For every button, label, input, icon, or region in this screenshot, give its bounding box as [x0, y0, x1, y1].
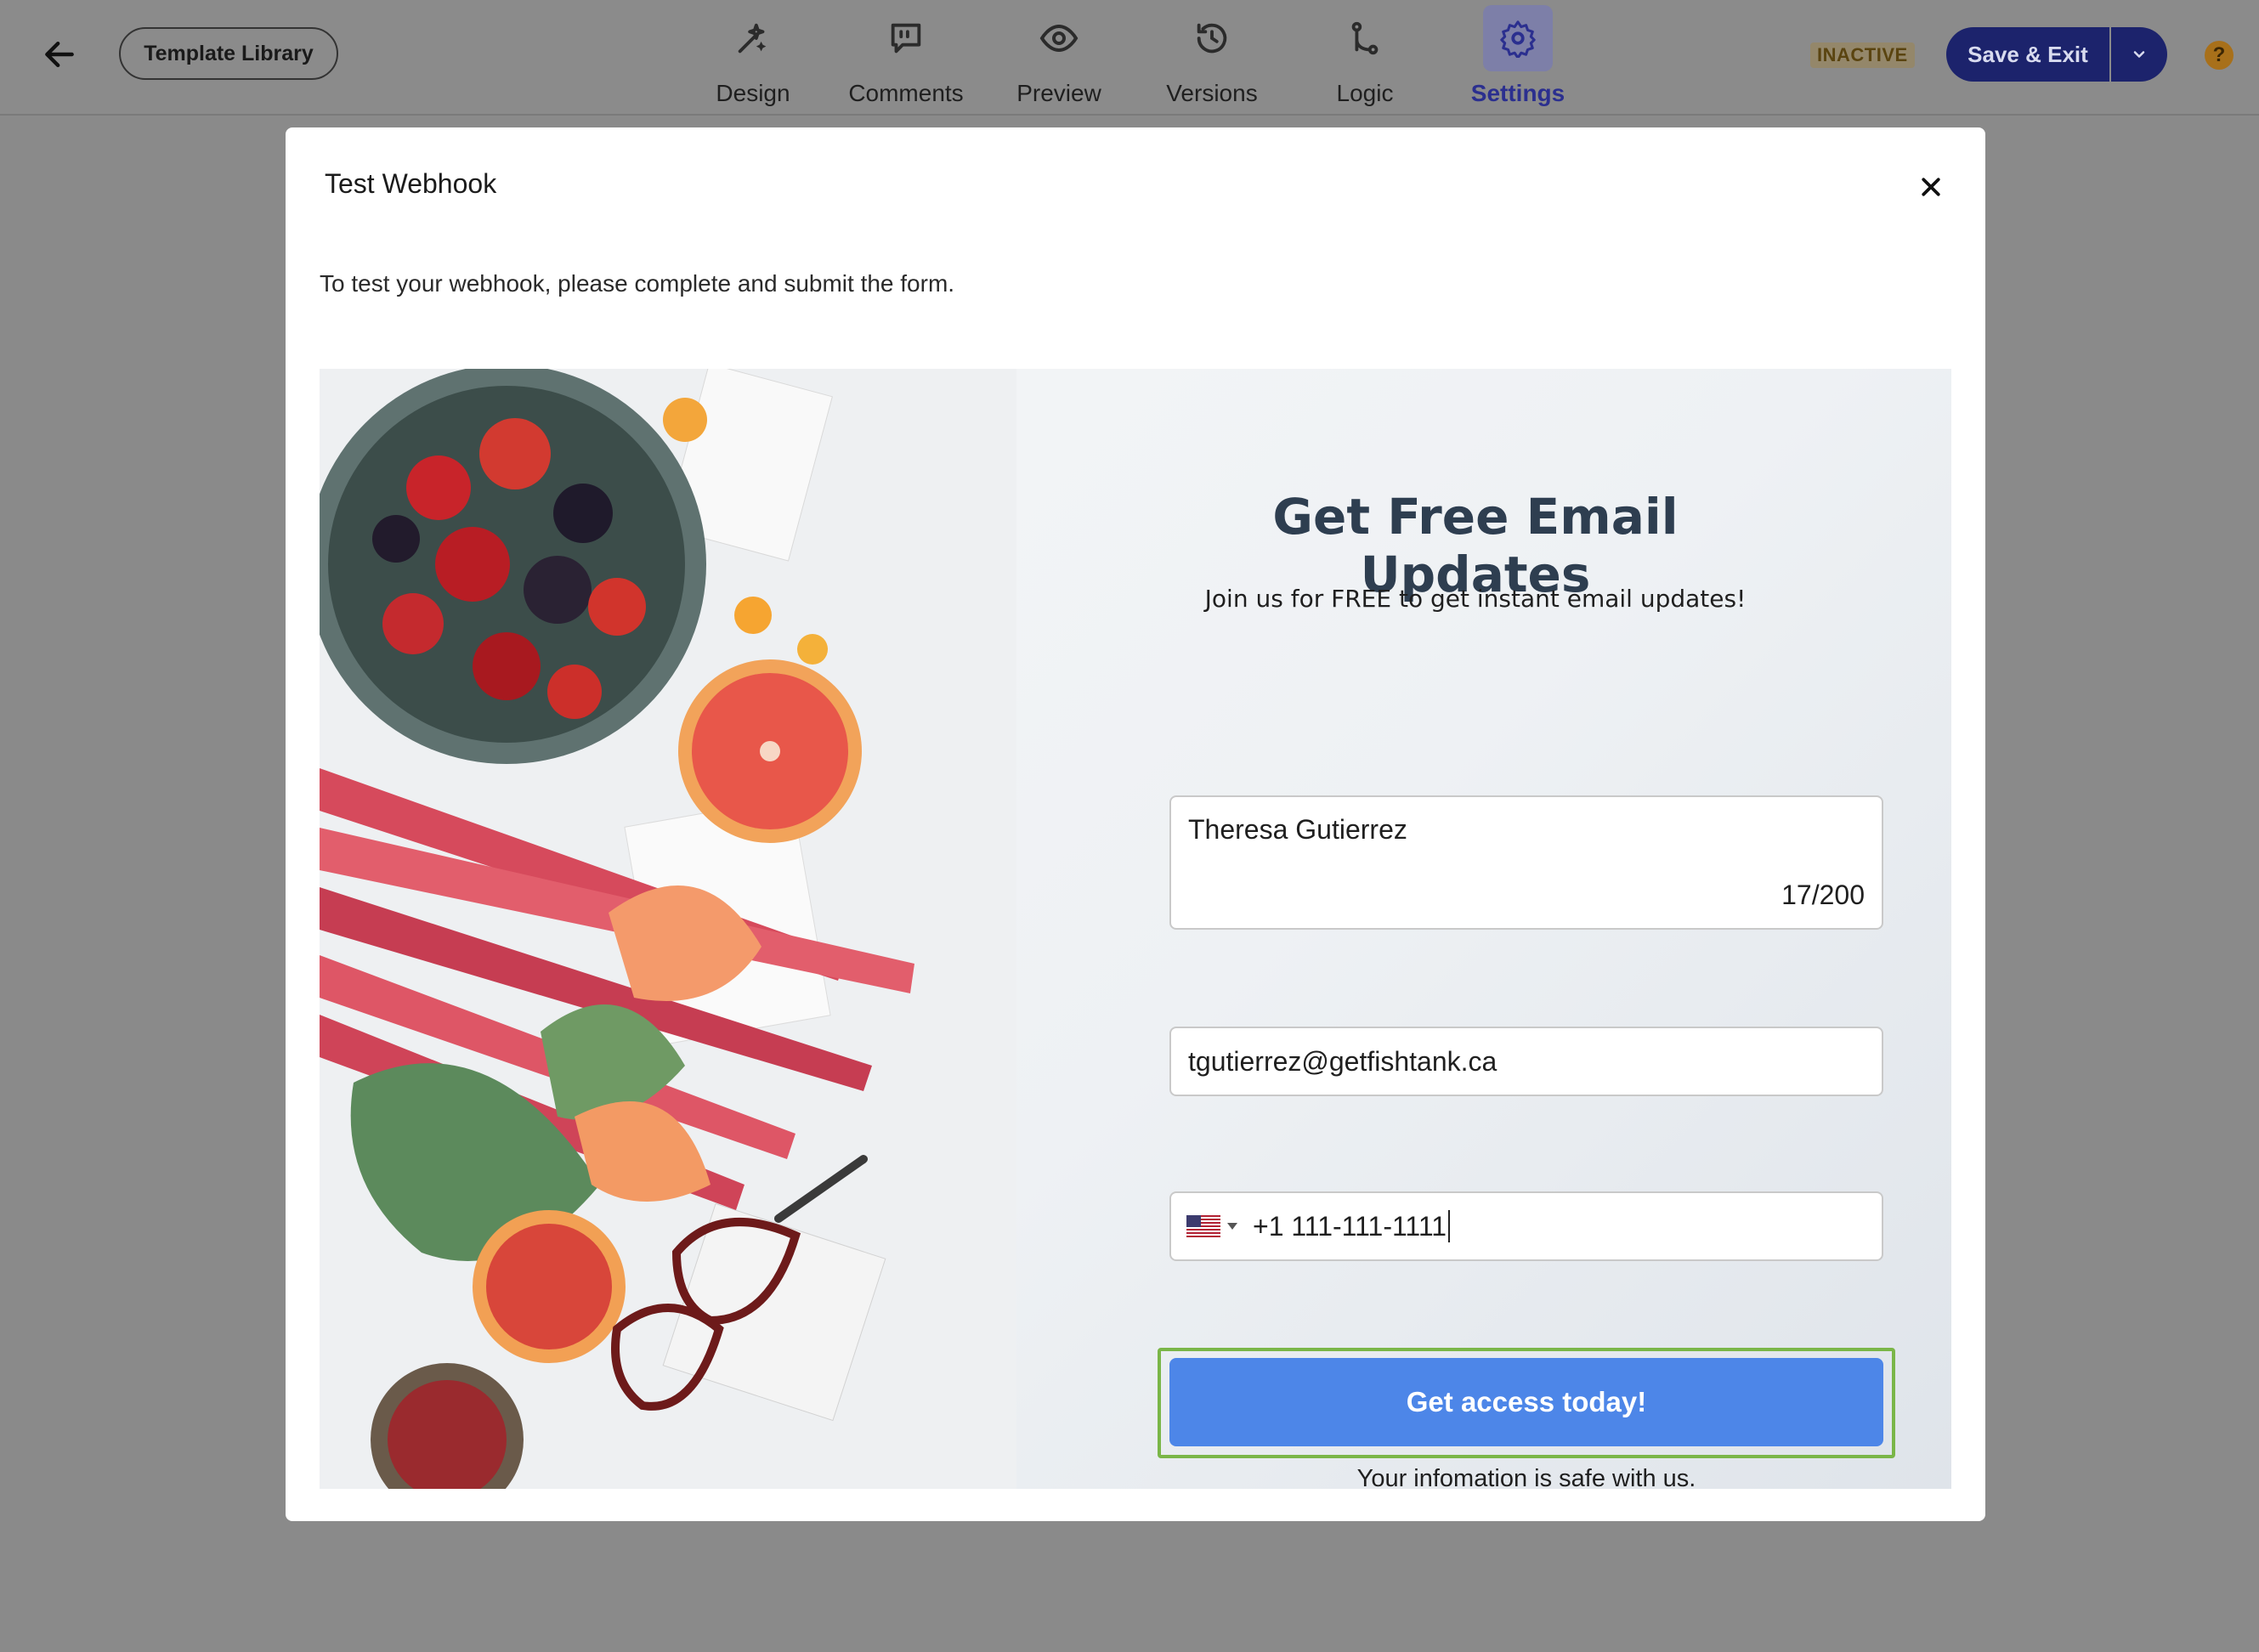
tab-preview[interactable]: Preview	[991, 5, 1127, 107]
form-preview: Get Free Email Updates Join us for FREE …	[320, 369, 1951, 1489]
help-icon[interactable]: ?	[2205, 41, 2234, 70]
tab-label: Preview	[1016, 80, 1101, 106]
close-icon	[1922, 178, 1940, 196]
back-button[interactable]	[34, 29, 85, 80]
tab-design[interactable]: Design	[685, 5, 821, 107]
fruit-vegetables-photo	[320, 369, 1016, 1489]
caret-down-icon	[1227, 1223, 1237, 1230]
form-subtitle: Join us for FREE to get instant email up…	[1204, 585, 1747, 613]
template-library-button[interactable]: Template Library	[119, 27, 338, 80]
tab-label: Comments	[848, 80, 964, 106]
logic-branch-icon	[1330, 5, 1400, 71]
tab-settings[interactable]: Settings	[1450, 5, 1586, 107]
close-button[interactable]	[1909, 165, 1953, 209]
modal-title: Test Webhook	[325, 168, 497, 199]
phone-field[interactable]: +1 111-111-1111	[1169, 1191, 1883, 1261]
tab-label: Logic	[1336, 80, 1394, 106]
top-toolbar: Template Library Design Comments Preview…	[0, 0, 2259, 116]
privacy-note: Your infomation is safe with us.	[1356, 1465, 1696, 1489]
modal-description: To test your webhook, please complete an…	[320, 270, 955, 297]
email-field[interactable]: tgutierrez@getfishtank.ca	[1169, 1027, 1883, 1096]
save-exit-button[interactable]: Save & Exit	[1946, 27, 2109, 82]
tab-label: Settings	[1470, 80, 1565, 106]
tab-label: Design	[716, 80, 790, 106]
test-webhook-modal: Test Webhook To test your webhook, pleas…	[286, 127, 1985, 1521]
status-badge: INACTIVE	[1810, 42, 1915, 68]
us-flag-icon	[1186, 1215, 1220, 1237]
character-counter: 17/200	[1781, 880, 1865, 910]
tab-comments[interactable]: Comments	[838, 5, 974, 107]
history-icon	[1177, 5, 1247, 71]
save-button-group: Save & Exit	[1946, 27, 2167, 82]
comments-icon	[871, 5, 941, 71]
arrow-left-icon	[45, 41, 74, 68]
text-cursor	[1448, 1210, 1451, 1242]
email-value: tgutierrez@getfishtank.ca	[1188, 1045, 1498, 1077]
name-value: Theresa Gutierrez	[1188, 814, 1407, 845]
phone-value: +1 111-111-1111	[1253, 1210, 1447, 1242]
save-options-dropdown[interactable]	[2111, 27, 2167, 82]
submit-button[interactable]: Get access today!	[1169, 1358, 1883, 1446]
gear-icon	[1483, 5, 1553, 71]
tab-logic[interactable]: Logic	[1297, 5, 1433, 107]
name-field[interactable]: Theresa Gutierrez 17/200	[1169, 795, 1883, 930]
chevron-down-icon	[2133, 51, 2145, 58]
tab-versions[interactable]: Versions	[1144, 5, 1280, 107]
design-icon	[718, 5, 788, 71]
eye-icon	[1024, 5, 1094, 71]
tab-label: Versions	[1166, 80, 1258, 106]
country-code-select[interactable]	[1186, 1215, 1237, 1237]
